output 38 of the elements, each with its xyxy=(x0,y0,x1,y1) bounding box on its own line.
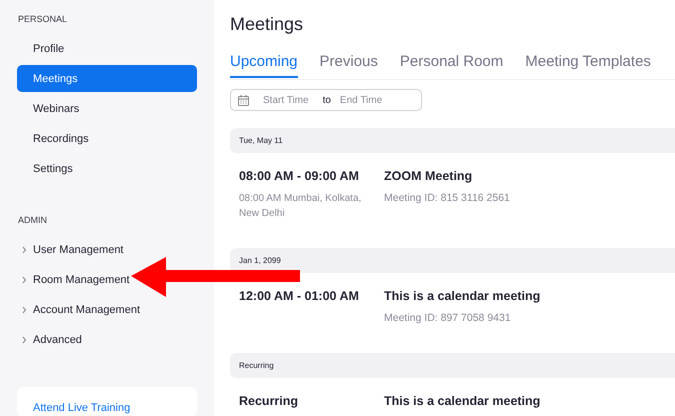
chevron-right-icon xyxy=(21,276,27,284)
meeting-time: 08:00 AM - 09:00 AM xyxy=(239,168,360,185)
calendar-icon xyxy=(238,94,249,106)
chevron-right-icon xyxy=(21,306,27,314)
range-separator: to xyxy=(322,94,331,106)
meeting-id: Meeting ID: 815 3116 2561 xyxy=(384,191,510,206)
sidebar-item[interactable]: Room Management xyxy=(17,266,134,293)
date-group-header: Tue, May 11 xyxy=(230,128,675,153)
sidebar-item[interactable]: Webinars xyxy=(17,95,84,122)
meeting-time: Recurring xyxy=(239,393,300,410)
start-time-placeholder: Start Time xyxy=(263,94,309,106)
meeting-id: Meeting ID: 897 7058 9431 xyxy=(384,311,512,326)
date-group-header: Recurring xyxy=(230,353,675,378)
tab[interactable]: Upcoming xyxy=(230,53,298,78)
meeting-topic[interactable]: This is a calendar meeting xyxy=(384,392,540,410)
sidebar-item[interactable]: User Management xyxy=(17,236,128,263)
sidebar-item[interactable]: Account Management xyxy=(17,296,144,323)
tab[interactable]: Meeting Templates xyxy=(525,53,651,78)
meeting-time: 12:00 AM - 01:00 AM xyxy=(239,288,360,305)
chevron-right-icon xyxy=(21,246,27,254)
date-range-field[interactable]: Start Time to End Time xyxy=(230,89,422,111)
sidebar-item[interactable]: Meetings xyxy=(17,65,197,92)
page-title: Meetings xyxy=(230,13,304,36)
section-heading: PERSONAL xyxy=(18,14,68,26)
sidebar-item[interactable]: Profile xyxy=(17,35,68,62)
date-group-header: Jan 1, 2099 xyxy=(230,248,675,273)
meeting-topic[interactable]: ZOOM Meeting xyxy=(384,167,510,185)
sidebar-item[interactable]: Settings xyxy=(17,155,77,182)
section-heading: ADMIN xyxy=(18,215,48,227)
training-link[interactable]: Attend Live Training xyxy=(33,402,130,414)
sidebar-item[interactable]: Advanced xyxy=(17,326,86,353)
meeting-topic[interactable]: This is a calendar meeting xyxy=(384,287,540,305)
meeting-timezone: 08:00 AM Mumbai, Kolkata, New Delhi xyxy=(239,192,362,221)
tab[interactable]: Personal Room xyxy=(400,53,504,78)
end-time-placeholder: End Time xyxy=(340,94,382,106)
tab[interactable]: Previous xyxy=(320,53,378,78)
sidebar-item[interactable]: Recordings xyxy=(17,125,93,152)
chevron-right-icon xyxy=(21,336,27,344)
